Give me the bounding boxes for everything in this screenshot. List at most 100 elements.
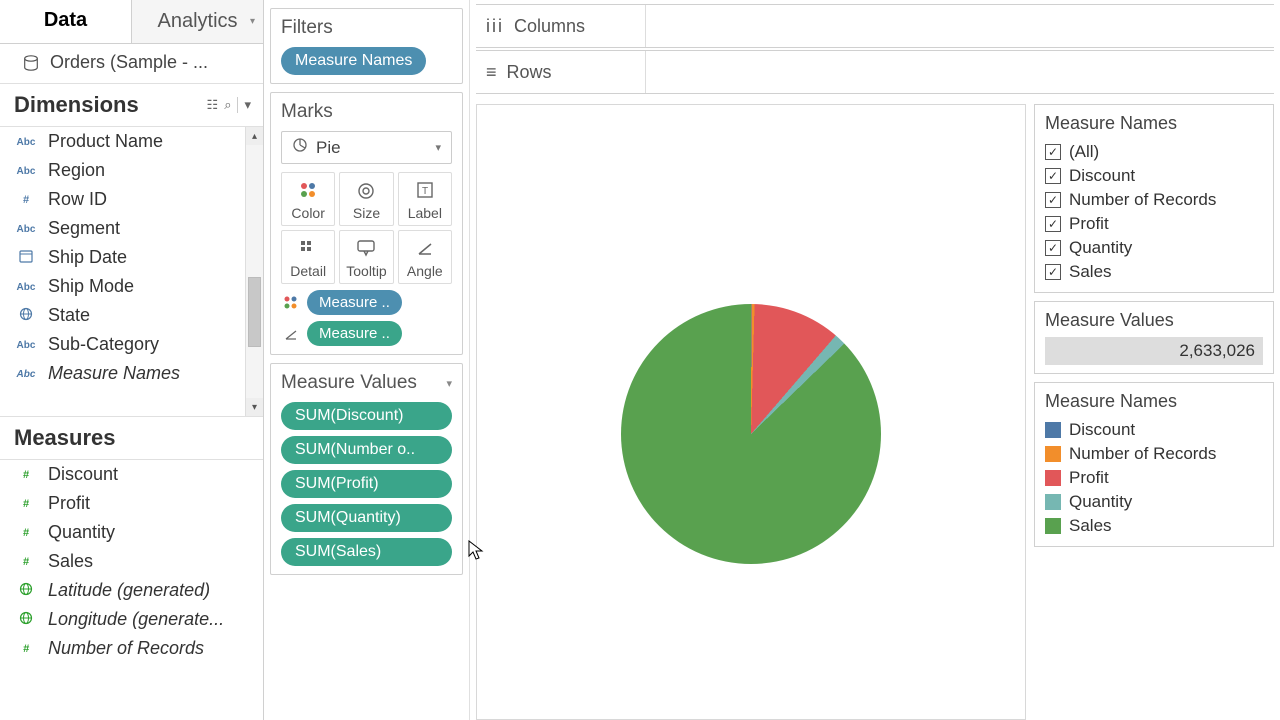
filter-option-label: Discount xyxy=(1069,166,1135,186)
pie-chart[interactable] xyxy=(621,304,881,564)
field-type-icon xyxy=(14,582,38,599)
dimension-field[interactable]: State xyxy=(0,301,263,330)
color-icon xyxy=(299,179,317,201)
dimension-field[interactable]: AbcSub-Category xyxy=(0,330,263,359)
mark-angle-pill[interactable]: Measure .. xyxy=(307,321,402,346)
filter-card-title: Measure Names xyxy=(1045,113,1263,134)
viz-canvas[interactable] xyxy=(476,104,1026,720)
filter-option[interactable]: ✓Profit xyxy=(1045,212,1263,236)
dimension-field[interactable]: Abc Region xyxy=(0,156,263,185)
datasource-label: Orders (Sample - ... xyxy=(50,52,208,73)
legend-item[interactable]: Quantity xyxy=(1045,490,1263,514)
worksheet-area: iii Columns ≡ Rows Measure Names ✓(All)✓… xyxy=(470,0,1280,720)
field-label: Quantity xyxy=(48,522,115,543)
mark-detail-button[interactable]: Detail xyxy=(281,230,335,284)
legend-item[interactable]: Profit xyxy=(1045,466,1263,490)
filter-card-measure-names: Measure Names ✓(All)✓Discount✓Number of … xyxy=(1034,104,1274,293)
filter-pill-measure-names[interactable]: Measure Names xyxy=(281,47,426,75)
field-label: Ship Mode xyxy=(48,276,134,297)
tab-analytics[interactable]: Analytics xyxy=(131,0,263,43)
mark-color-button[interactable]: Color xyxy=(281,172,335,226)
legend-item[interactable]: Sales xyxy=(1045,514,1263,538)
measure-values-range-card: Measure Values 2,633,026 xyxy=(1034,301,1274,374)
legend-swatch xyxy=(1045,494,1061,510)
measure-field[interactable]: Longitude (generate... xyxy=(0,605,263,634)
field-type-icon: # xyxy=(14,469,38,481)
legend-title: Measure Names xyxy=(1045,391,1263,412)
dimension-field[interactable]: AbcProduct Name xyxy=(0,127,263,156)
field-type-icon: Abc xyxy=(14,368,38,380)
rows-label: Rows xyxy=(507,62,552,83)
field-label: Ship Date xyxy=(48,247,127,268)
scroll-thumb[interactable] xyxy=(248,277,261,347)
rows-shelf[interactable]: ≡ Rows xyxy=(476,50,1274,94)
filter-option-label: Profit xyxy=(1069,214,1109,234)
measure-value-pill[interactable]: SUM(Profit) xyxy=(281,470,452,498)
mark-size-button[interactable]: Size xyxy=(339,172,393,226)
legend-item[interactable]: Number of Records xyxy=(1045,442,1263,466)
mark-angle-button[interactable]: Angle xyxy=(398,230,452,284)
field-label: Sales xyxy=(48,551,93,572)
datasource-selector[interactable]: Orders (Sample - ... xyxy=(0,44,263,84)
scrollbar[interactable]: ▴ ▾ xyxy=(245,127,263,416)
search-icon[interactable]: ⌕ xyxy=(224,97,231,113)
dimension-field[interactable]: AbcSegment xyxy=(0,214,263,243)
measure-value-pill[interactable]: SUM(Discount) xyxy=(281,402,452,430)
mark-tooltip-button[interactable]: Tooltip xyxy=(339,230,393,284)
svg-text:T: T xyxy=(422,186,428,197)
measure-field[interactable]: # Profit xyxy=(0,489,263,518)
mv-range-title: Measure Values xyxy=(1045,310,1263,331)
field-type-icon: Abc xyxy=(14,165,38,177)
scroll-down-icon[interactable]: ▾ xyxy=(246,398,263,416)
measure-value-pill[interactable]: SUM(Number o.. xyxy=(281,436,452,464)
mark-button-label: Tooltip xyxy=(346,263,386,279)
mark-angle-assignment[interactable]: Measure .. xyxy=(281,321,452,346)
measure-value-pill[interactable]: SUM(Quantity) xyxy=(281,504,452,532)
scroll-up-icon[interactable]: ▴ xyxy=(246,127,263,145)
field-type-icon xyxy=(14,611,38,628)
filter-option[interactable]: ✓Number of Records xyxy=(1045,188,1263,212)
chevron-down-icon[interactable]: ▾ xyxy=(446,377,452,390)
measure-values-title: Measure Values xyxy=(281,372,417,394)
field-type-icon: # xyxy=(14,498,38,510)
mark-color-assignment[interactable]: Measure .. xyxy=(281,290,452,315)
dimensions-header: Dimensions ☷ ⌕ ▾ xyxy=(0,84,263,127)
filter-option[interactable]: ✓Discount xyxy=(1045,164,1263,188)
mark-label-button[interactable]: TLabel xyxy=(398,172,452,226)
datasource-icon xyxy=(22,54,40,72)
field-label: Product Name xyxy=(48,131,163,152)
measure-value-pill[interactable]: SUM(Sales) xyxy=(281,538,452,566)
dimension-field[interactable]: AbcShip Mode xyxy=(0,272,263,301)
dimension-field[interactable]: Ship Date xyxy=(0,243,263,272)
columns-shelf[interactable]: iii Columns xyxy=(476,4,1274,48)
field-label: Region xyxy=(48,160,105,181)
legend-label: Quantity xyxy=(1069,492,1132,512)
color-legend-card: Measure Names DiscountNumber of RecordsP… xyxy=(1034,382,1274,547)
dimension-field[interactable]: #Row ID xyxy=(0,185,263,214)
dimension-field[interactable]: AbcMeasure Names xyxy=(0,359,263,388)
measure-field[interactable]: #Quantity xyxy=(0,518,263,547)
legend-swatch xyxy=(1045,446,1061,462)
filter-option[interactable]: ✓Sales xyxy=(1045,260,1263,284)
menu-caret-icon[interactable]: ▾ xyxy=(237,97,257,113)
measure-field[interactable]: Latitude (generated) xyxy=(0,576,263,605)
view-list-icon[interactable]: ☷ xyxy=(207,97,219,113)
measure-field[interactable]: #Discount xyxy=(0,460,263,489)
marks-card: Marks Pie ColorSizeTLabelDetailTooltipAn… xyxy=(270,92,463,355)
mark-color-pill[interactable]: Measure .. xyxy=(307,290,402,315)
measure-field[interactable]: #Number of Records xyxy=(0,634,263,663)
tab-data[interactable]: Data xyxy=(0,0,131,43)
mv-max-value[interactable]: 2,633,026 xyxy=(1045,337,1263,365)
field-label: Profit xyxy=(48,493,90,514)
legend-item[interactable]: Discount xyxy=(1045,418,1263,442)
measure-field[interactable]: #Sales xyxy=(0,547,263,576)
filter-option[interactable]: ✓(All) xyxy=(1045,140,1263,164)
cards-panel: Filters Measure Names Marks Pie ColorSiz… xyxy=(264,0,470,720)
measures-list: #Discount#Profit#Quantity#SalesLatitude … xyxy=(0,460,263,720)
legend-swatch xyxy=(1045,470,1061,486)
filter-option[interactable]: ✓Quantity xyxy=(1045,236,1263,260)
mark-type-label: Pie xyxy=(316,138,341,158)
checkbox-icon: ✓ xyxy=(1045,192,1061,208)
mark-type-select[interactable]: Pie xyxy=(281,131,452,164)
legend-swatch xyxy=(1045,422,1061,438)
